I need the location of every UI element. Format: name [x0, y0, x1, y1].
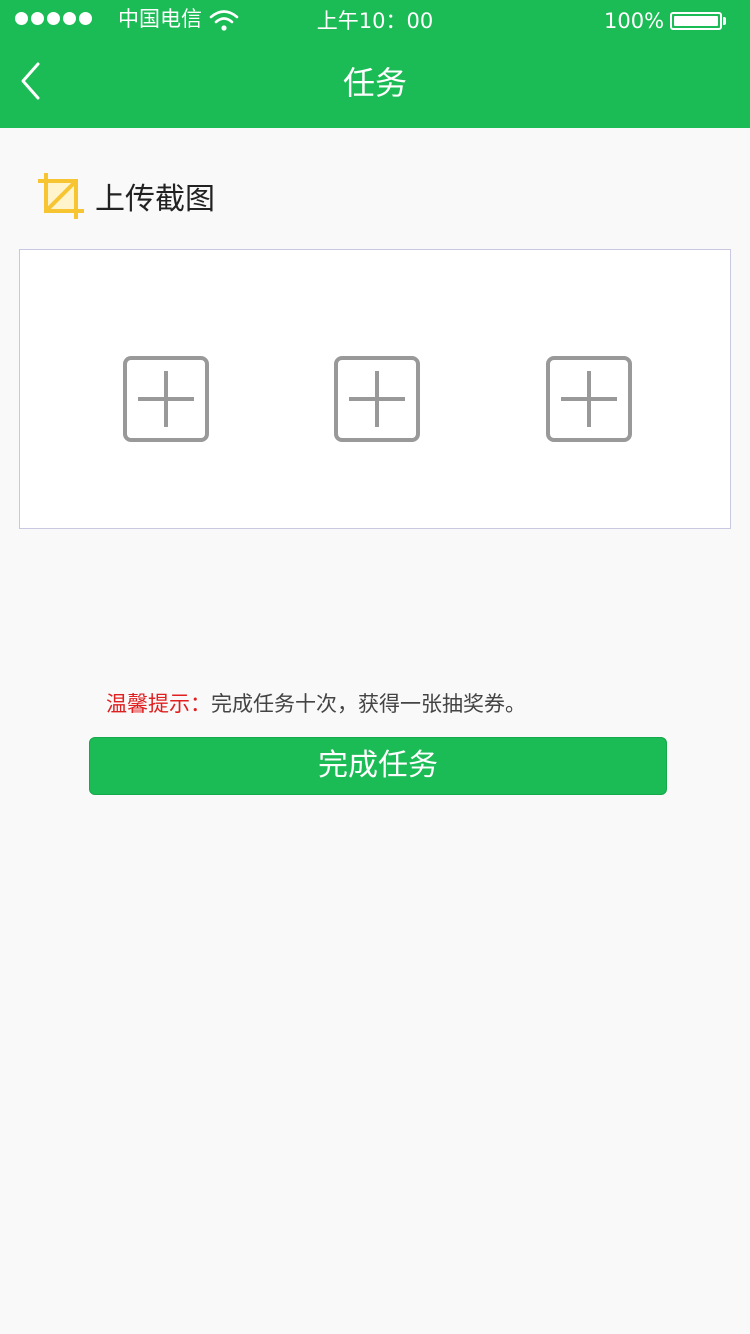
complete-task-button[interactable]: 完成任务 [89, 737, 667, 795]
battery-icon [670, 12, 722, 30]
task-tip: 温馨提示：完成任务十次，获得一张抽奖券。 [106, 688, 526, 720]
add-screenshot-button-3[interactable] [545, 355, 633, 443]
upload-panel [19, 249, 731, 529]
tip-label: 温馨提示： [106, 692, 211, 716]
battery-fill [674, 16, 718, 26]
battery-percent: 100% [604, 9, 665, 33]
status-bar: 中国电信 上午10：00 100% [0, 0, 750, 40]
plus-square-icon [546, 356, 632, 442]
battery-tip [723, 17, 726, 25]
page-title: 任务 [342, 64, 407, 102]
crop-icon [38, 173, 84, 219]
add-screenshot-button-1[interactable] [122, 355, 210, 443]
plus-square-icon [123, 356, 209, 442]
upload-section-title: 上传截图 [95, 182, 215, 217]
tip-text: 完成任务十次，获得一张抽奖券。 [211, 692, 526, 716]
app-header: 中国电信 上午10：00 100% 任务 [0, 0, 750, 128]
add-screenshot-button-2[interactable] [333, 355, 421, 443]
upload-section-header: 上传截图 [37, 170, 215, 222]
plus-square-icon [334, 356, 420, 442]
